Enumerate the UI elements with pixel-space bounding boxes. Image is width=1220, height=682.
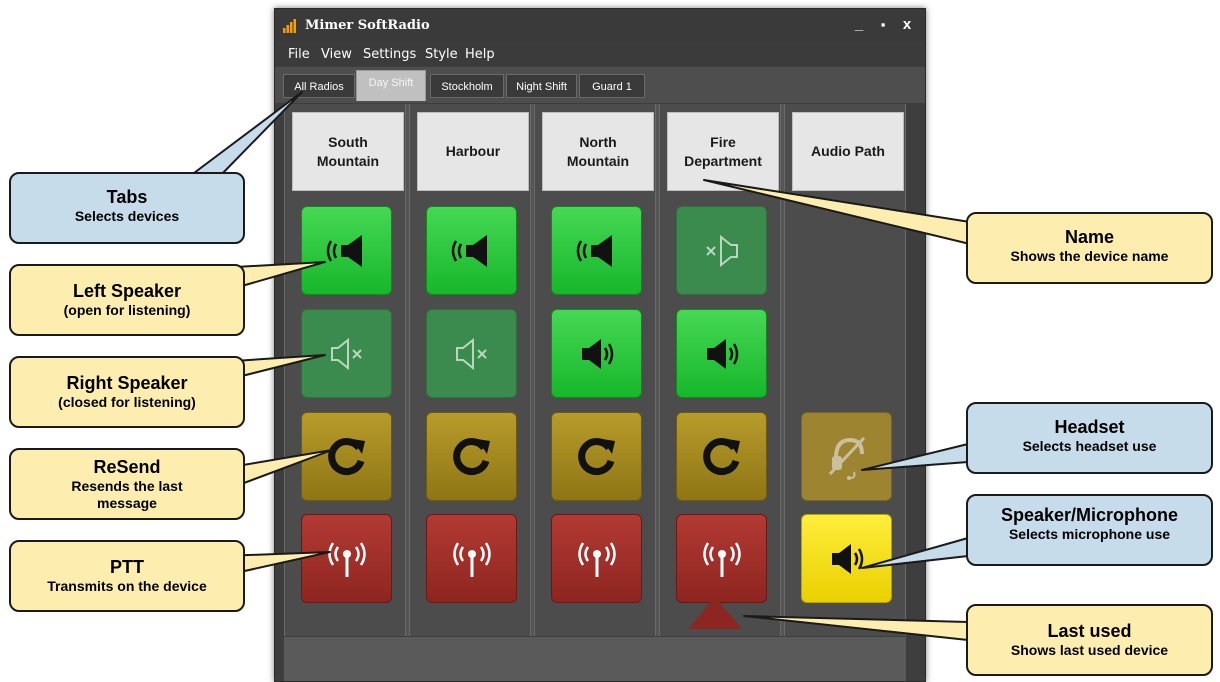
- callout-name-subtitle: Shows the device name: [1010, 248, 1169, 264]
- callout-last-used-title: Last used: [1047, 621, 1132, 641]
- callout-speaker-microphone-title: Speaker/Microphone: [1000, 505, 1179, 525]
- callout-tabs: Tabs Selects devices: [9, 172, 245, 244]
- callout-speaker-microphone: Speaker/Microphone Selects microphone us…: [966, 494, 1213, 566]
- callout-left-speaker-title: Left Speaker: [72, 281, 182, 301]
- callout-resend-subtitle: Resends the last message: [71, 478, 183, 511]
- callout-resend-title: ReSend: [93, 457, 161, 477]
- callout-right-speaker-subtitle: (closed for listening): [58, 394, 196, 410]
- callout-speaker-microphone-subtitle: Selects microphone use: [1008, 526, 1171, 542]
- callout-left-speaker-subtitle: (open for listening): [63, 302, 191, 318]
- callout-headset-title: Headset: [1054, 417, 1125, 437]
- callout-name: Name Shows the device name: [966, 212, 1213, 284]
- callout-headset: Headset Selects headset use: [966, 402, 1213, 474]
- callout-ptt: PTT Transmits on the device: [9, 540, 245, 612]
- callout-resend: ReSend Resends the last message: [9, 448, 245, 520]
- callout-name-title: Name: [1064, 227, 1115, 247]
- callout-last-used: Last used Shows last used device: [966, 604, 1213, 676]
- callout-headset-subtitle: Selects headset use: [1022, 438, 1157, 454]
- callout-last-used-subtitle: Shows last used device: [1010, 642, 1169, 658]
- callout-tabs-subtitle: Selects devices: [74, 208, 180, 224]
- callout-right-speaker-title: Right Speaker: [66, 373, 188, 393]
- callout-ptt-subtitle: Transmits on the device: [47, 578, 207, 594]
- callout-tabs-title: Tabs: [106, 187, 148, 207]
- callout-right-speaker: Right Speaker (closed for listening): [9, 356, 245, 428]
- callout-ptt-title: PTT: [110, 557, 144, 577]
- callout-left-speaker: Left Speaker (open for listening): [9, 264, 245, 336]
